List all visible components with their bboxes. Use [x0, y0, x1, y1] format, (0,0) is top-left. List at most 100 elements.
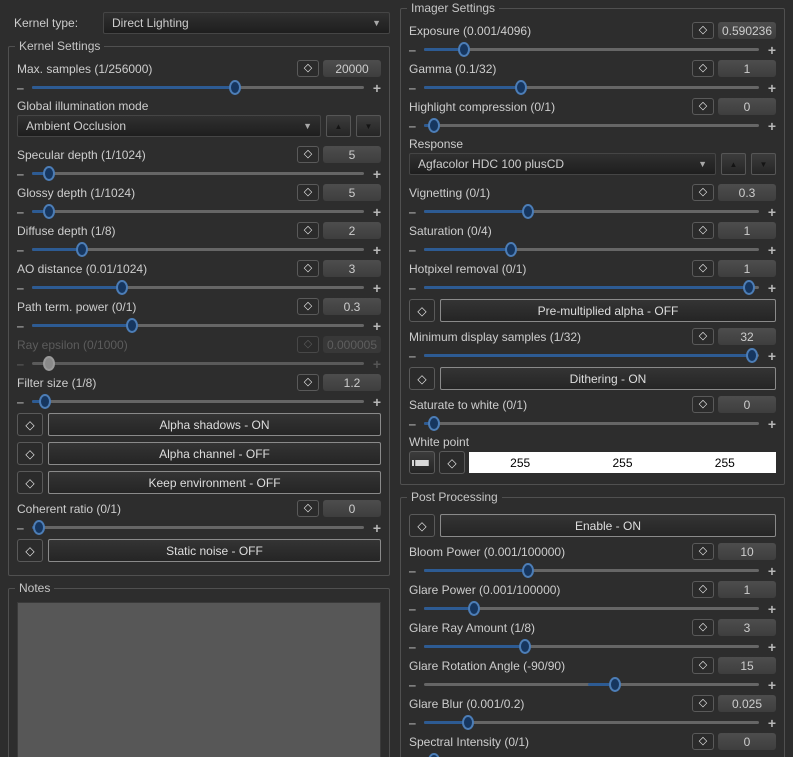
spectral-intensity-slider-handle[interactable]: [428, 753, 441, 757]
exposure-decrement-button[interactable]: ‒: [409, 44, 419, 56]
filter-size-slider-handle[interactable]: [39, 394, 52, 409]
glare-power-increment-button[interactable]: +: [764, 602, 776, 616]
max-samples-decrement-button[interactable]: ‒: [17, 82, 27, 94]
ao-distance-increment-button[interactable]: +: [369, 281, 381, 295]
global-illumination-mode-combo[interactable]: Ambient Occlusion ▼: [17, 115, 321, 137]
kernel-type-combo[interactable]: Direct Lighting ▼: [103, 12, 390, 34]
glare-blur-slider[interactable]: [424, 715, 759, 730]
white-point-color-swatch[interactable]: 255 255 255: [469, 452, 776, 473]
filter-size-value-field[interactable]: 1.2: [323, 374, 381, 391]
glare-blur-value-field[interactable]: 0.025: [718, 695, 776, 712]
hotpixel-removal-increment-button[interactable]: +: [764, 281, 776, 295]
saturate-to-white-decrement-button[interactable]: ‒: [409, 418, 419, 430]
response-next-button[interactable]: ▼: [751, 153, 776, 175]
saturation-slider-handle[interactable]: [505, 242, 518, 257]
global-illumination-mode-next-button[interactable]: ▼: [356, 115, 381, 137]
saturate-to-white-value-field[interactable]: 0: [718, 396, 776, 413]
alpha-shadows-on-button[interactable]: Alpha shadows - ON: [48, 413, 381, 436]
glare-power-animate-toggle-button[interactable]: ◇: [692, 581, 714, 598]
glare-rotation-angle-slider[interactable]: [424, 677, 759, 692]
filter-size-increment-button[interactable]: +: [369, 395, 381, 409]
saturate-to-white-slider-handle[interactable]: [428, 416, 441, 431]
diffuse-depth-slider[interactable]: [32, 242, 364, 257]
coherent-ratio-decrement-button[interactable]: ‒: [17, 522, 27, 534]
glare-ray-amount-animate-toggle-button[interactable]: ◇: [692, 619, 714, 636]
vignetting-decrement-button[interactable]: ‒: [409, 206, 419, 218]
keep-environment-off-button[interactable]: Keep environment - OFF: [48, 471, 381, 494]
glare-rotation-angle-slider-handle[interactable]: [608, 677, 621, 692]
exposure-increment-button[interactable]: +: [764, 43, 776, 57]
minimum-display-samples-animate-toggle-button[interactable]: ◇: [692, 328, 714, 345]
glare-ray-amount-slider[interactable]: [424, 639, 759, 654]
max-samples-slider[interactable]: [32, 80, 364, 95]
diffuse-depth-animate-toggle-button[interactable]: ◇: [297, 222, 319, 239]
bloom-power-slider[interactable]: [424, 563, 759, 578]
vignetting-slider-handle[interactable]: [521, 204, 534, 219]
static-noise-off-animate-toggle-button[interactable]: ◇: [17, 539, 43, 562]
specular-depth-slider-handle[interactable]: [42, 166, 55, 181]
gamma-decrement-button[interactable]: ‒: [409, 82, 419, 94]
coherent-ratio-increment-button[interactable]: +: [369, 521, 381, 535]
specular-depth-slider[interactable]: [32, 166, 364, 181]
bloom-power-value-field[interactable]: 10: [718, 543, 776, 560]
vignetting-animate-toggle-button[interactable]: ◇: [692, 184, 714, 201]
spectral-intensity-animate-toggle-button[interactable]: ◇: [692, 733, 714, 750]
pre-multiplied-alpha-off-button[interactable]: Pre-multiplied alpha - OFF: [440, 299, 776, 322]
glare-ray-amount-value-field[interactable]: 3: [718, 619, 776, 636]
response-combo[interactable]: Agfacolor HDC 100 plusCD ▼: [409, 153, 716, 175]
specular-depth-value-field[interactable]: 5: [323, 146, 381, 163]
highlight-compression-decrement-button[interactable]: ‒: [409, 120, 419, 132]
global-illumination-mode-previous-button[interactable]: ▲: [326, 115, 351, 137]
gamma-slider[interactable]: [424, 80, 759, 95]
ao-distance-animate-toggle-button[interactable]: ◇: [297, 260, 319, 277]
dithering-on-animate-toggle-button[interactable]: ◇: [409, 367, 435, 390]
coherent-ratio-slider-handle[interactable]: [32, 520, 45, 535]
alpha-channel-off-animate-toggle-button[interactable]: ◇: [17, 442, 43, 465]
saturate-to-white-animate-toggle-button[interactable]: ◇: [692, 396, 714, 413]
hotpixel-removal-slider-handle[interactable]: [742, 280, 755, 295]
gamma-increment-button[interactable]: +: [764, 81, 776, 95]
exposure-slider-handle[interactable]: [458, 42, 471, 57]
bloom-power-increment-button[interactable]: +: [764, 564, 776, 578]
enable-on-animate-toggle-button[interactable]: ◇: [409, 514, 435, 537]
saturation-decrement-button[interactable]: ‒: [409, 244, 419, 256]
keep-environment-off-animate-toggle-button[interactable]: ◇: [17, 471, 43, 494]
saturate-to-white-increment-button[interactable]: +: [764, 417, 776, 431]
specular-depth-decrement-button[interactable]: ‒: [17, 168, 27, 180]
max-samples-animate-toggle-button[interactable]: ◇: [297, 60, 319, 77]
max-samples-slider-handle[interactable]: [228, 80, 241, 95]
hotpixel-removal-slider[interactable]: [424, 280, 759, 295]
ao-distance-slider[interactable]: [32, 280, 364, 295]
glossy-depth-slider[interactable]: [32, 204, 364, 219]
glare-blur-animate-toggle-button[interactable]: ◇: [692, 695, 714, 712]
path-term-power-slider-handle[interactable]: [125, 318, 138, 333]
minimum-display-samples-slider-handle[interactable]: [746, 348, 759, 363]
saturation-animate-toggle-button[interactable]: ◇: [692, 222, 714, 239]
diffuse-depth-slider-handle[interactable]: [75, 242, 88, 257]
pre-multiplied-alpha-off-animate-toggle-button[interactable]: ◇: [409, 299, 435, 322]
notes-textarea[interactable]: [17, 602, 381, 757]
glare-ray-amount-increment-button[interactable]: +: [764, 640, 776, 654]
vignetting-slider[interactable]: [424, 204, 759, 219]
highlight-compression-slider-handle[interactable]: [428, 118, 441, 133]
exposure-animate-toggle-button[interactable]: ◇: [692, 22, 714, 39]
glossy-depth-animate-toggle-button[interactable]: ◇: [297, 184, 319, 201]
saturation-increment-button[interactable]: +: [764, 243, 776, 257]
glossy-depth-increment-button[interactable]: +: [369, 205, 381, 219]
bloom-power-animate-toggle-button[interactable]: ◇: [692, 543, 714, 560]
highlight-compression-slider[interactable]: [424, 118, 759, 133]
diffuse-depth-decrement-button[interactable]: ‒: [17, 244, 27, 256]
saturation-slider[interactable]: [424, 242, 759, 257]
minimum-display-samples-decrement-button[interactable]: ‒: [409, 350, 419, 362]
ao-distance-decrement-button[interactable]: ‒: [17, 282, 27, 294]
response-previous-button[interactable]: ▲: [721, 153, 746, 175]
dithering-on-button[interactable]: Dithering - ON: [440, 367, 776, 390]
bloom-power-slider-handle[interactable]: [521, 563, 534, 578]
static-noise-off-button[interactable]: Static noise - OFF: [48, 539, 381, 562]
vignetting-value-field[interactable]: 0.3: [718, 184, 776, 201]
glossy-depth-decrement-button[interactable]: ‒: [17, 206, 27, 218]
specular-depth-animate-toggle-button[interactable]: ◇: [297, 146, 319, 163]
glare-power-slider-handle[interactable]: [468, 601, 481, 616]
hotpixel-removal-animate-toggle-button[interactable]: ◇: [692, 260, 714, 277]
glare-rotation-angle-increment-button[interactable]: +: [764, 678, 776, 692]
